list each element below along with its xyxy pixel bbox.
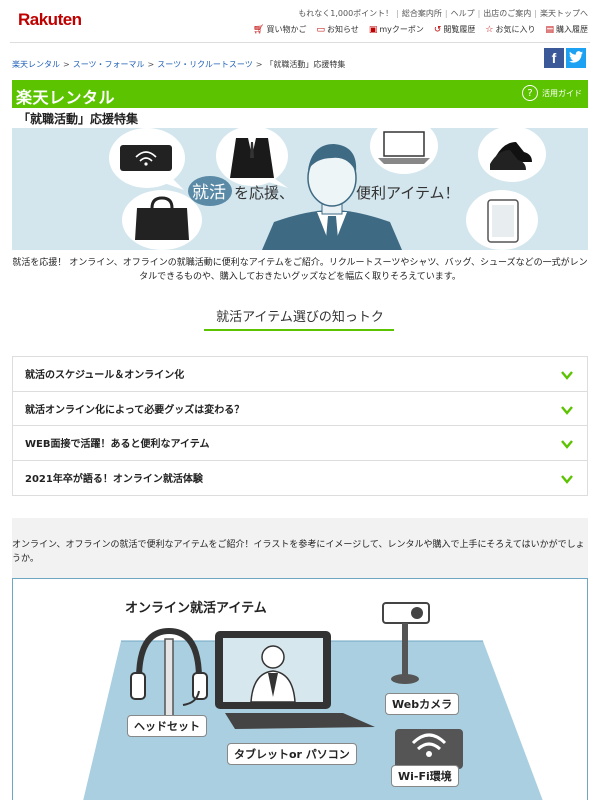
hero-text-mid: を応援、 bbox=[234, 184, 294, 202]
utility-nav: 🛒︎ 買い物かご ▭ お知らせ ▣ myクーポン ↺ 閲覧履歴 ☆ お気に入り ▤ 購入履歴 bbox=[253, 24, 588, 35]
shoes-bubble bbox=[478, 128, 546, 182]
tablet-bubble bbox=[466, 190, 538, 250]
breadcrumb-recruit-suits[interactable]: スーツ・リクルートスーツ bbox=[157, 60, 252, 69]
chevron-down-icon bbox=[561, 371, 573, 380]
top-link-shop-open[interactable]: 出店のご案内 bbox=[483, 9, 531, 18]
items-intro-text: オンライン、オフラインの就活で便利なアイテムをご紹介！イラストを参考にイメージし… bbox=[12, 540, 585, 564]
favorites-link[interactable]: ☆ お気に入り bbox=[485, 24, 535, 35]
rakuten-logo[interactable]: Rakuten bbox=[18, 10, 82, 30]
site-header: Rakuten もれなく1,000ポイント！ | 総合案内所 | ヘルプ | 出店のご案内 |… bbox=[0, 0, 600, 44]
twitter-icon bbox=[569, 50, 583, 66]
facebook-icon: f bbox=[551, 50, 557, 66]
router-drawing bbox=[395, 729, 463, 769]
hero-banner: 就活 を応援、 便利アイテム！ bbox=[12, 128, 588, 250]
breadcrumb-rental[interactable]: 楽天レンタル bbox=[12, 60, 60, 69]
accordion-item-goods-change[interactable]: 就活オンライン化によって必要グッズは変わる？ bbox=[13, 392, 587, 426]
cart-link[interactable]: 🛒︎ 買い物かご bbox=[253, 24, 306, 35]
accordion-item-label: 2021年卒が語る！オンライン就活体験 bbox=[25, 474, 203, 486]
top-links: もれなく1,000ポイント！ | 総合案内所 | ヘルプ | 出店のご案内 | 楽天トップへ bbox=[298, 9, 588, 18]
section-title-underline bbox=[204, 329, 394, 331]
hero-text-right: 便利アイテム！ bbox=[356, 184, 460, 202]
history-icon: ↺ bbox=[433, 24, 442, 35]
accordion-item-2021-graduate[interactable]: 2021年卒が語る！オンライン就活体験 bbox=[13, 461, 587, 496]
cart-icon: 🛒︎ bbox=[253, 24, 265, 35]
top-link-help[interactable]: ヘルプ bbox=[451, 9, 475, 18]
accordion-item-label: 就活のスケジュール＆オンライン化 bbox=[25, 370, 185, 382]
usage-guide-link[interactable]: ? 活用ガイド bbox=[522, 85, 582, 101]
label-tablet-pc: タブレットor パソコン bbox=[227, 743, 357, 765]
label-webcam: Webカメラ bbox=[385, 693, 460, 715]
purchase-history-link[interactable]: ▤ 購入履歴 bbox=[545, 24, 588, 35]
top-link-guide[interactable]: 総合案内所 bbox=[402, 9, 442, 18]
label-wifi: Wi-Fi環境 bbox=[391, 765, 459, 787]
usage-guide-label: 活用ガイド bbox=[542, 88, 582, 98]
bag-bubble bbox=[122, 190, 202, 250]
section-title: 就活アイテム選びの知っトク bbox=[216, 310, 384, 325]
question-icon: ? bbox=[522, 85, 538, 101]
coupon-link[interactable]: ▣ myクーポン bbox=[369, 24, 424, 35]
purchase-history-icon: ▤ bbox=[545, 24, 554, 35]
chevron-down-icon bbox=[561, 405, 573, 415]
breadcrumb: 楽天レンタル > スーツ・フォーマル > スーツ・リクルートスーツ > 「就職活動」応援特集 bbox=[12, 60, 346, 69]
breadcrumb-current: 「就職活動」応援特集 bbox=[265, 60, 346, 69]
twitter-share-button[interactable]: t bbox=[566, 48, 586, 68]
social-share: f t bbox=[544, 48, 586, 68]
coupon-icon: ▣ bbox=[368, 24, 378, 35]
tips-accordion: 就活のスケジュール＆オンライン化 就活オンライン化によって必要グッズは変わる？ … bbox=[12, 356, 588, 496]
accordion-item-label: WEB面接で活躍！あると便利なアイテム bbox=[25, 439, 210, 451]
facebook-share-button[interactable]: f bbox=[544, 48, 564, 68]
rental-brand-bar: 楽天レンタル ? 活用ガイド bbox=[12, 80, 588, 108]
chevron-down-icon bbox=[561, 474, 573, 484]
history-link[interactable]: ↺ 閲覧履歴 bbox=[434, 24, 476, 35]
top-link-rakuten-top[interactable]: 楽天トップへ bbox=[540, 9, 588, 18]
hero-highlight: 就活 bbox=[192, 183, 226, 203]
star-icon: ☆ bbox=[485, 24, 494, 35]
breadcrumb-suits-formal[interactable]: スーツ・フォーマル bbox=[73, 60, 145, 69]
accordion-item-schedule[interactable]: 就活のスケジュール＆オンライン化 bbox=[13, 357, 587, 392]
chevron-down-icon bbox=[561, 440, 573, 449]
hero-illustration: 就活 を応援、 便利アイテム！ bbox=[12, 128, 588, 250]
illustration-title: オンライン就活アイテム bbox=[125, 601, 267, 616]
accordion-item-web-interview[interactable]: WEB面接で活躍！あると便利なアイテム bbox=[13, 426, 587, 461]
accordion-item-label: 就活オンライン化によって必要グッズは変わる？ bbox=[25, 404, 245, 416]
label-headset: ヘッドセット bbox=[127, 715, 207, 737]
online-items-scene bbox=[83, 602, 543, 800]
notification-icon: ▭ bbox=[316, 24, 325, 35]
notification-link[interactable]: ▭ お知らせ bbox=[316, 24, 358, 35]
page-title: 「就職活動」応援特集 bbox=[18, 112, 139, 126]
rental-brand-title[interactable]: 楽天レンタル bbox=[16, 84, 115, 108]
online-items-illustration: オンライン就活アイテム ヘッドセット タブレットor パソコン Webカメラ W… bbox=[12, 578, 588, 800]
intro-text: 就活を応援！ オンライン、オフラインの就職活動に便利なアイテムをご紹介。リクルー… bbox=[12, 258, 588, 282]
top-link-points[interactable]: もれなく1,000ポイント！ bbox=[298, 9, 393, 18]
header-divider bbox=[10, 42, 590, 43]
